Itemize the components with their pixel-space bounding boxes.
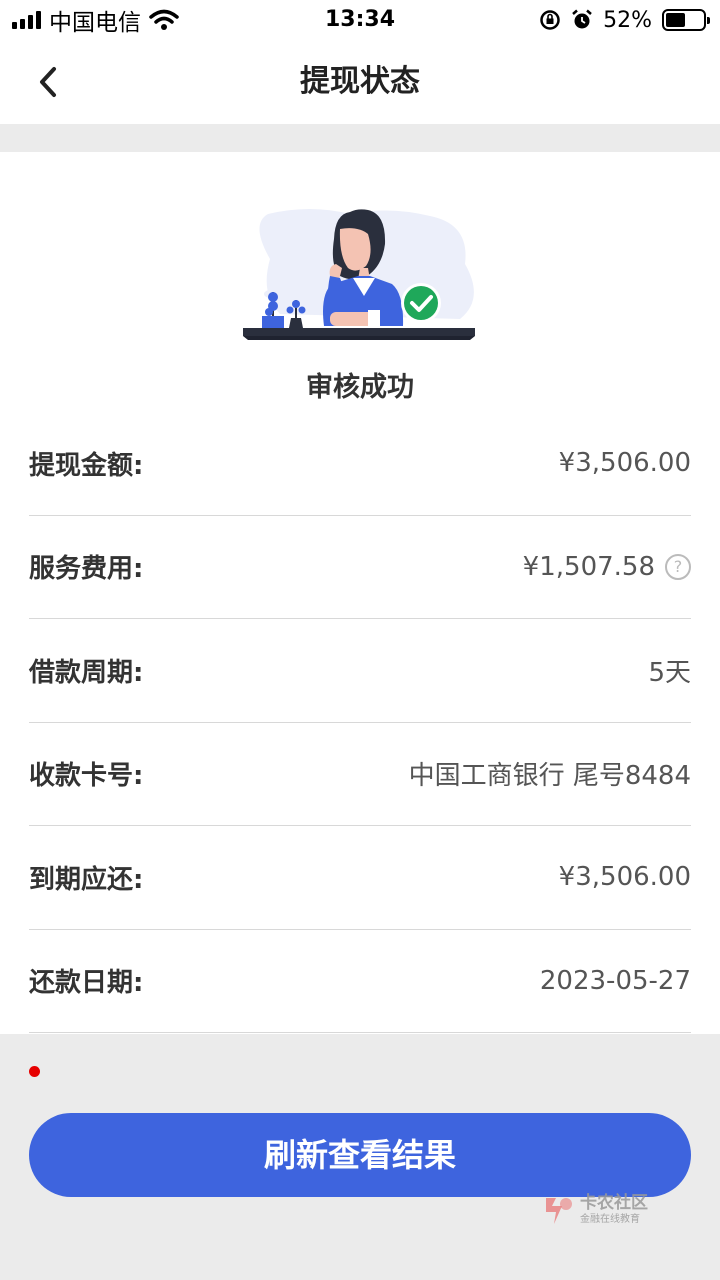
service-fee-amount: ¥1,507.58 (522, 551, 655, 582)
success-illustration (243, 209, 475, 340)
detail-label: 借款周期: (29, 657, 144, 688)
refresh-result-button[interactable]: 刷新查看结果 (29, 1113, 691, 1197)
help-icon[interactable]: ? (665, 553, 691, 580)
watermark-subtitle: 金融在线教育 (580, 1214, 640, 1225)
main-content: 审核成功 提现金额: ¥3,506.00 服务费用: ¥1,507.58 ? 借… (0, 152, 720, 1034)
repay-date: 2023-05-27 (539, 965, 691, 996)
detail-label: 提现金额: (29, 450, 144, 481)
detail-label: 到期应还: (29, 864, 144, 895)
status-bar: 中国电信 13:34 52% (0, 0, 720, 40)
watermark-title: 卡农社区 (580, 1193, 648, 1213)
result-status: 审核成功 (306, 372, 414, 403)
nav-bar: 提现状态 (0, 40, 720, 124)
detail-value: 2023-05-27 (540, 966, 691, 996)
detail-row-service-fee: 服务费用: ¥1,507.58 ? (29, 516, 691, 619)
due-amount: ¥3,506.00 (558, 862, 691, 893)
battery-fill (666, 13, 685, 27)
check-circle-icon (404, 286, 438, 320)
detail-label: 还款日期: (29, 968, 144, 999)
detail-row-due-amount: 到期应还: ¥3,506.00 (29, 826, 691, 930)
alarm-icon (572, 9, 592, 29)
detail-value: 5天 (648, 652, 691, 689)
detail-value: ¥1,507.58 ? (523, 552, 691, 582)
detail-value: ¥3,506.00 (559, 448, 691, 478)
red-dot-indicator (29, 1066, 40, 1077)
chevron-left-icon (40, 67, 56, 97)
withdraw-amount: ¥3,506.00 (558, 448, 691, 479)
status-right-group: 52% (539, 6, 710, 34)
detail-value: ¥3,506.00 (559, 862, 691, 892)
page-title: 提现状态 (300, 64, 420, 99)
loan-term: 5天 (648, 657, 691, 688)
watermark-logo: 卡农社区 金融在线教育 (540, 1190, 670, 1230)
detail-value: 中国工商银行 尾号8484 (409, 755, 691, 792)
detail-row-repay-date: 还款日期: 2023-05-27 (29, 930, 691, 1033)
detail-row-card-number: 收款卡号: 中国工商银行 尾号8484 (29, 723, 691, 826)
detail-list: 提现金额: ¥3,506.00 服务费用: ¥1,507.58 ? 借款周期: … (29, 412, 691, 1033)
detail-row-loan-term: 借款周期: 5天 (29, 619, 691, 723)
rotation-lock-icon (540, 10, 560, 30)
detail-label: 服务费用: (29, 554, 144, 585)
back-button[interactable] (24, 58, 72, 106)
detail-label: 收款卡号: (29, 761, 144, 792)
watermark-icon (546, 1198, 572, 1224)
battery-percent: 52% (603, 7, 652, 33)
battery-icon (662, 9, 710, 31)
card-number: 中国工商银行 尾号8484 (408, 761, 691, 792)
detail-row-withdraw-amount: 提现金额: ¥3,506.00 (29, 412, 691, 516)
